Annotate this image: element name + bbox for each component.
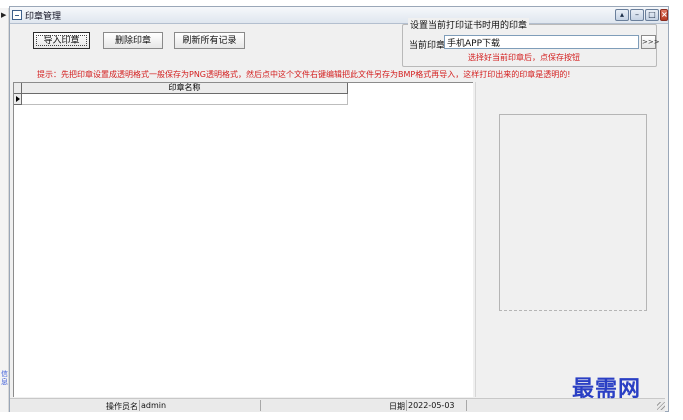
status-separator xyxy=(406,400,407,411)
seal-grid[interactable]: 印章名称 xyxy=(13,82,473,397)
operator-label: 操作员名 xyxy=(106,402,138,411)
date-value: 2022-05-03 xyxy=(408,401,455,410)
maximize-button[interactable]: □ xyxy=(645,9,659,21)
transparent-format-hint: 提示：先把印章设置成透明格式一般保存为PNG透明格式，然后点中这个文件右键编辑把… xyxy=(37,70,571,79)
window-title: 印章管理 xyxy=(25,12,62,22)
current-seal-group-title: 设置当前打印证书时用的印章 xyxy=(408,18,530,31)
row-header[interactable] xyxy=(14,94,22,105)
seal-preview-image xyxy=(499,114,647,311)
grid-corner-cell[interactable] xyxy=(14,83,22,94)
app-root: ▶ 信息 印章管理 ▴ – □ × 导入印章 删除印章 刷新所有记录 设置当前打… xyxy=(0,0,683,420)
resize-grip-icon[interactable] xyxy=(657,402,665,410)
current-seal-input[interactable] xyxy=(444,35,639,49)
operator-value: admin xyxy=(141,401,167,410)
close-button[interactable]: × xyxy=(660,9,668,21)
refresh-records-button[interactable]: 刷新所有记录 xyxy=(174,32,245,49)
browse-seal-button[interactable]: >>> xyxy=(641,35,660,49)
minimize-button[interactable]: – xyxy=(630,9,644,21)
current-row-indicator-icon xyxy=(16,96,20,102)
side-vertical-text: 信息 xyxy=(1,370,8,386)
table-row[interactable] xyxy=(22,94,348,105)
status-separator xyxy=(139,400,140,411)
left-side-strip: ▶ 信息 xyxy=(0,8,9,412)
save-hint-text: 选择好当前印章后，点保存按钮 xyxy=(468,53,580,62)
import-seal-button[interactable]: 导入印章 xyxy=(33,32,90,49)
column-header-seal-name[interactable]: 印章名称 xyxy=(22,83,348,94)
delete-seal-button[interactable]: 删除印章 xyxy=(103,32,163,49)
current-seal-label: 当前印章 xyxy=(409,41,446,51)
status-separator xyxy=(260,400,261,411)
date-label: 日期 xyxy=(389,402,405,411)
window-titlebar: 印章管理 ▴ – □ × xyxy=(10,7,668,24)
system-menu-icon[interactable] xyxy=(12,10,22,20)
expand-arrow-icon[interactable]: ▶ xyxy=(1,11,6,19)
watermark-logo: 最需网 xyxy=(572,376,642,402)
restore-button[interactable]: ▴ xyxy=(615,9,629,21)
status-bar: 操作员名 admin 日期 2022-05-03 xyxy=(10,398,665,412)
status-separator xyxy=(466,400,467,411)
